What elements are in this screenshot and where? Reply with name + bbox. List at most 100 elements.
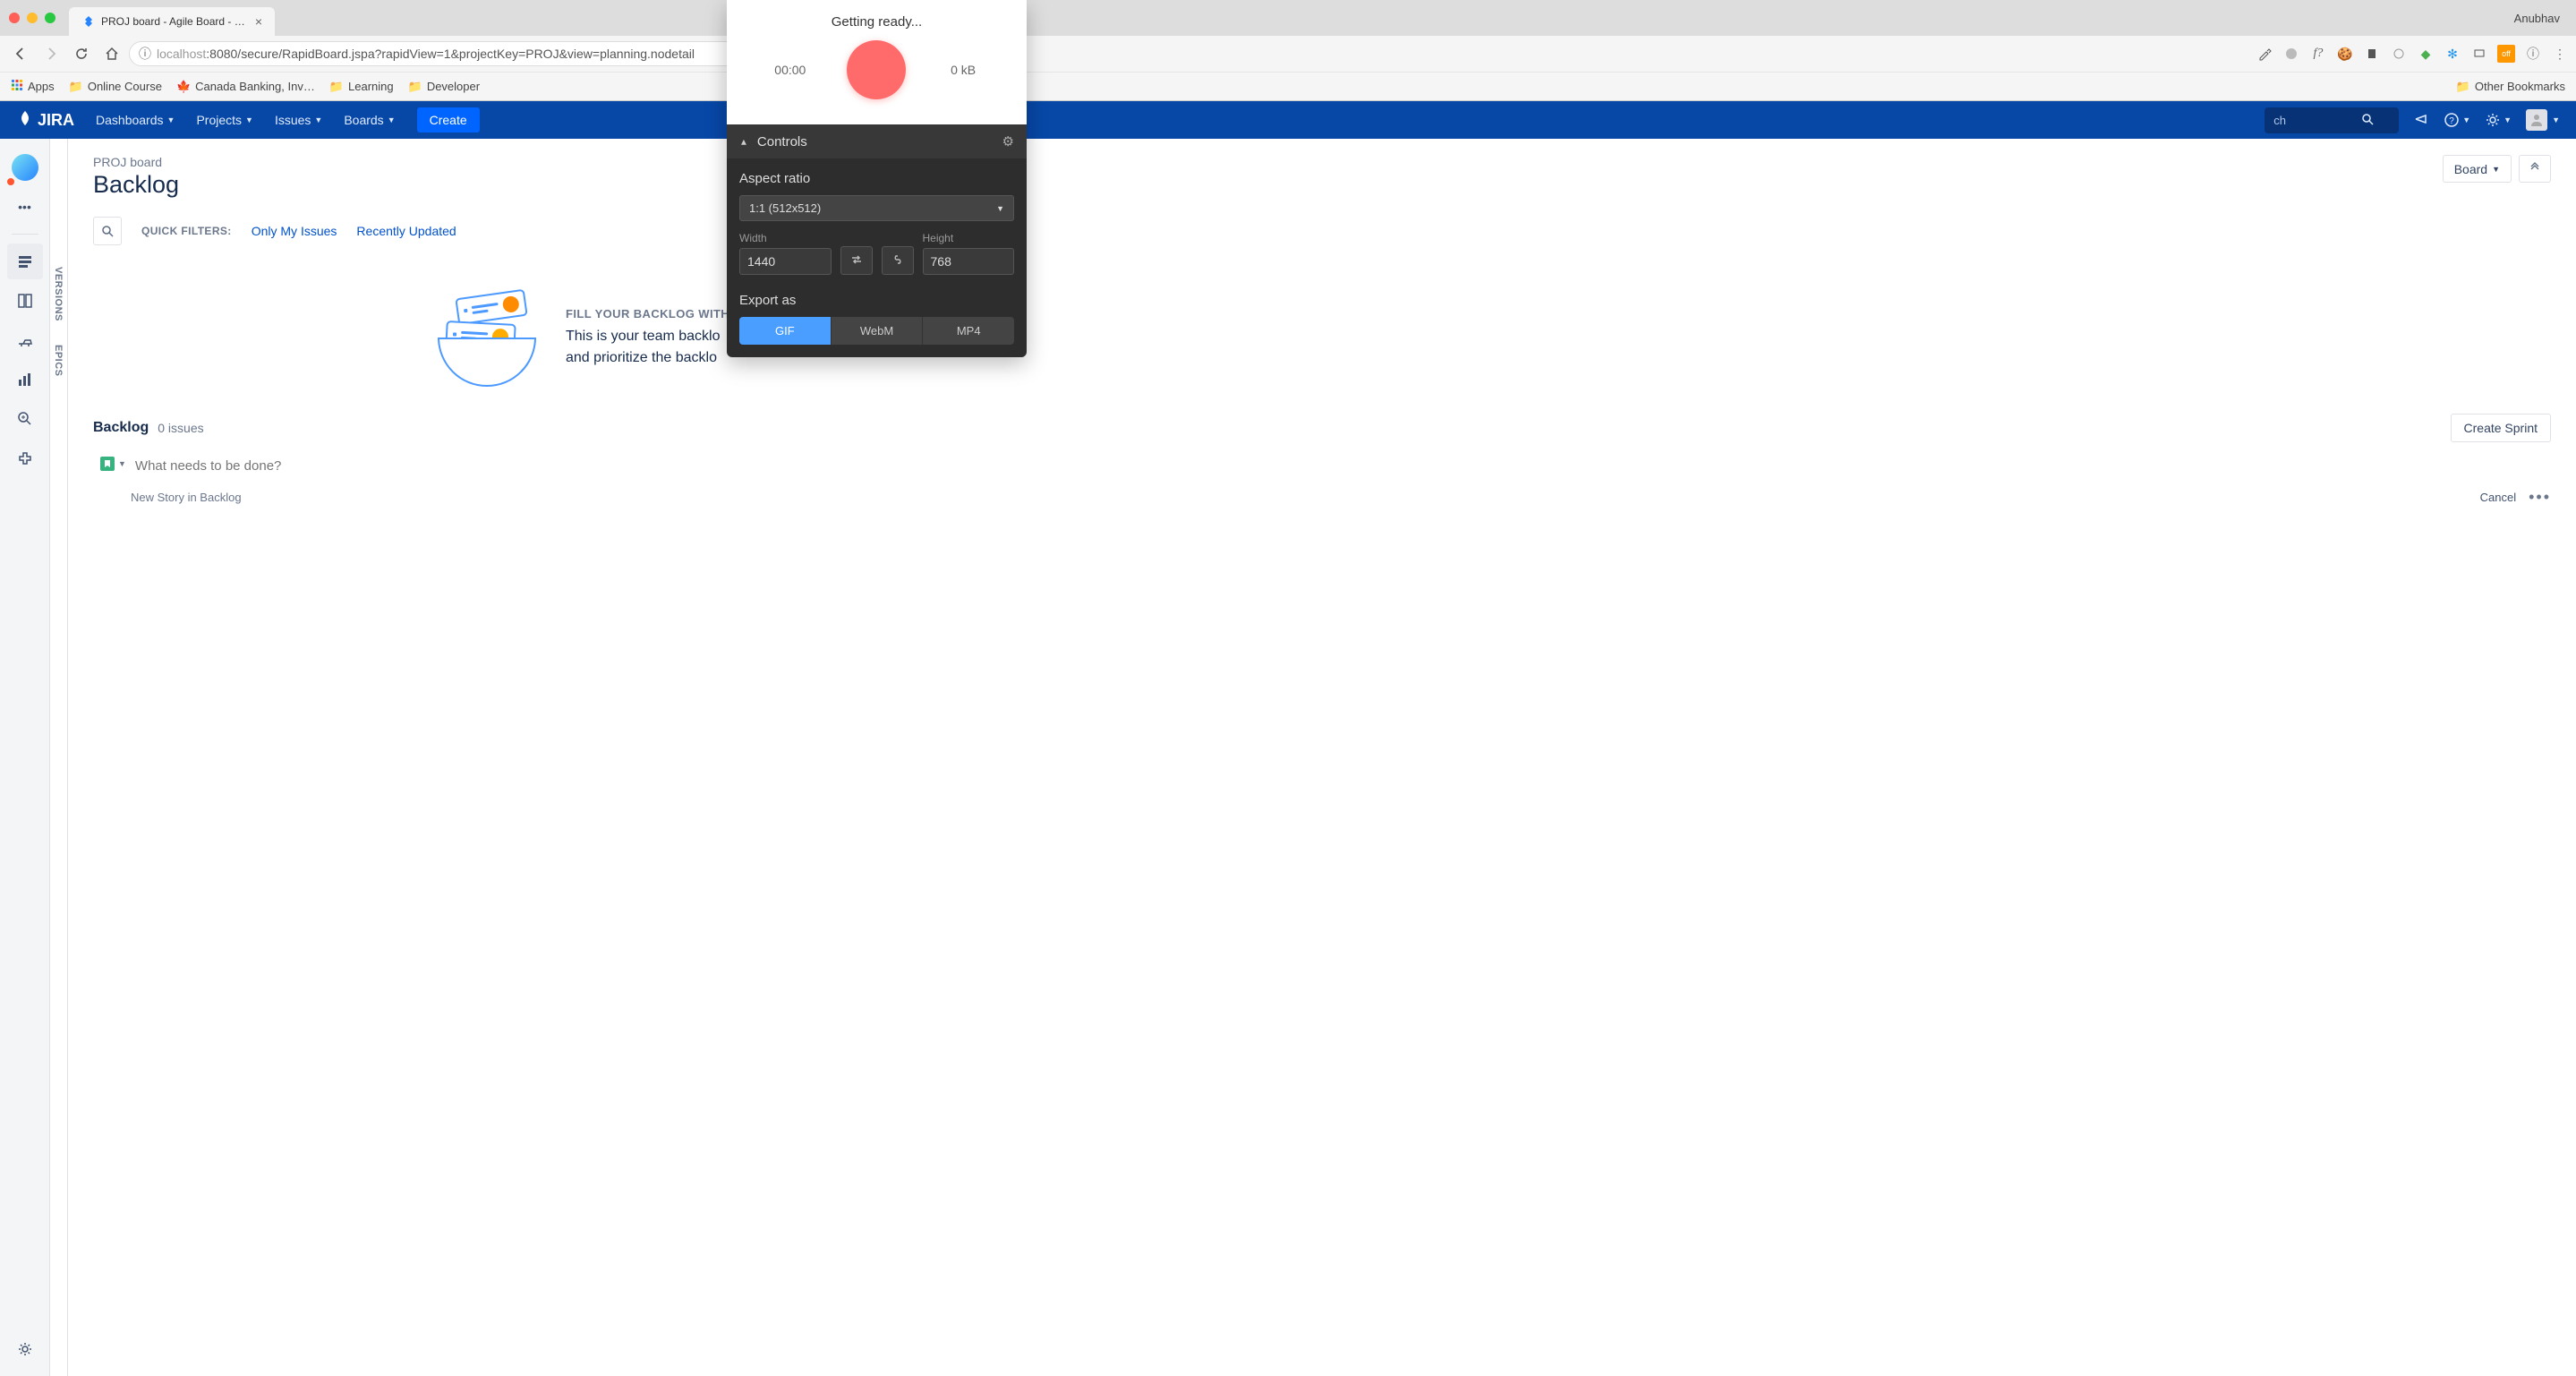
- sidebar-components[interactable]: [7, 440, 43, 476]
- recorder-settings-icon[interactable]: ⚙: [1002, 133, 1014, 150]
- issue-type-selector[interactable]: ▼: [100, 457, 126, 471]
- puzzle-ext-icon[interactable]: ◆: [2417, 45, 2435, 63]
- project-badge-icon: [5, 176, 16, 187]
- nav-issues[interactable]: Issues▼: [275, 113, 322, 127]
- window-close-button[interactable]: [9, 13, 20, 23]
- settings-icon[interactable]: ▼: [2485, 112, 2512, 128]
- recorder-status: Getting ready...: [741, 14, 1012, 30]
- width-input[interactable]: [739, 248, 832, 275]
- export-webm-button[interactable]: WebM: [832, 317, 924, 345]
- empty-state-body: This is your team backlo and prioritize …: [566, 326, 745, 369]
- window-minimize-button[interactable]: [27, 13, 38, 23]
- back-button[interactable]: [7, 40, 34, 67]
- create-button[interactable]: Create: [417, 107, 480, 132]
- apps-button[interactable]: Apps: [11, 79, 55, 94]
- url-host: localhost:8080/secure/RapidBoard.jspa?ra…: [157, 47, 695, 61]
- link-dimensions-button[interactable]: [882, 246, 914, 275]
- new-story-input[interactable]: [135, 457, 2551, 475]
- off-ext-icon[interactable]: off: [2497, 45, 2515, 63]
- bookmark-developer[interactable]: 📁Developer: [408, 80, 480, 94]
- cancel-link[interactable]: Cancel: [2480, 491, 2516, 504]
- caret-down-icon: ▼: [2492, 165, 2500, 174]
- site-info-icon[interactable]: ⓘ: [139, 45, 151, 63]
- bookmarks-bar: Apps 📁Online Course 🍁Canada Banking, Inv…: [0, 72, 2576, 100]
- sidebar-more-button[interactable]: •••: [7, 189, 43, 225]
- export-label: Export as: [739, 293, 1014, 308]
- jira-favicon-icon: [81, 14, 96, 29]
- circle-ext-icon[interactable]: [2390, 45, 2408, 63]
- export-gif-button[interactable]: GIF: [739, 317, 832, 345]
- record-button[interactable]: [847, 40, 906, 99]
- home-button[interactable]: [98, 40, 125, 67]
- board-switcher-button[interactable]: Board ▼: [2443, 155, 2512, 183]
- bookmark-online-course[interactable]: 📁Online Course: [69, 80, 162, 94]
- search-input[interactable]: [2273, 114, 2354, 127]
- project-avatar-button[interactable]: [7, 150, 43, 185]
- browser-tab[interactable]: PROJ board - Agile Board - JIR ×: [69, 7, 275, 36]
- tab-title: PROJ board - Agile Board - JIR: [101, 15, 250, 28]
- empty-state-heading: FILL YOUR BACKLOG WITH IS: [566, 307, 745, 320]
- create-sprint-button[interactable]: Create Sprint: [2451, 414, 2551, 442]
- feedback-icon[interactable]: [2413, 112, 2429, 128]
- recorder-time: 00:00: [763, 63, 817, 77]
- profile-name[interactable]: Anubhav: [2514, 12, 2567, 25]
- browser-menu-icon[interactable]: ⋮: [2551, 45, 2569, 63]
- caret-down-icon: ▼: [2503, 115, 2512, 124]
- sidebar-settings[interactable]: [7, 1331, 43, 1367]
- more-actions-button[interactable]: •••: [2529, 488, 2551, 507]
- caret-down-icon: ▼: [167, 115, 175, 124]
- filter-only-my-issues[interactable]: Only My Issues: [252, 224, 337, 238]
- eyedropper-icon[interactable]: [2256, 45, 2273, 63]
- cookie-icon[interactable]: 🍪: [2336, 45, 2354, 63]
- sidebar-issues-search[interactable]: [7, 401, 43, 437]
- sidebar-reports[interactable]: [7, 362, 43, 397]
- chevron-up-icon: [2529, 162, 2541, 176]
- help-icon[interactable]: ?▼: [2444, 112, 2470, 128]
- jira-logo[interactable]: JIRA: [16, 109, 74, 132]
- story-type-icon: [100, 457, 115, 471]
- other-bookmarks[interactable]: 📁Other Bookmarks: [2456, 80, 2565, 94]
- height-input[interactable]: [923, 248, 1015, 275]
- asterisk-ext-icon[interactable]: ✻: [2444, 45, 2461, 63]
- aspect-ratio-select[interactable]: 1:1 (512x512) ▼: [739, 195, 1014, 221]
- versions-panel-tab[interactable]: VERSIONS: [53, 267, 64, 321]
- sidebar-board[interactable]: [7, 283, 43, 319]
- evernote-icon[interactable]: [2363, 45, 2381, 63]
- collapsed-panels: VERSIONS EPICS: [50, 139, 68, 1376]
- search-box[interactable]: [2265, 107, 2399, 133]
- sidebar-backlog[interactable]: [7, 244, 43, 279]
- whatfont-icon[interactable]: f?: [2309, 45, 2327, 63]
- info-ext-icon[interactable]: ⓘ: [2524, 45, 2542, 63]
- bookmark-learning[interactable]: 📁Learning: [329, 80, 394, 94]
- swap-dimensions-button[interactable]: [840, 246, 873, 275]
- search-icon: [2361, 113, 2374, 128]
- export-mp4-button[interactable]: MP4: [923, 317, 1014, 345]
- caret-down-icon: ▼: [2462, 115, 2470, 124]
- svg-text:?: ?: [2449, 116, 2454, 126]
- monitor-ext-icon[interactable]: [2470, 45, 2488, 63]
- nav-dashboards[interactable]: Dashboards▼: [96, 113, 175, 127]
- quick-filter-search-button[interactable]: [93, 217, 122, 245]
- aspect-ratio-label: Aspect ratio: [739, 171, 1014, 186]
- new-story-subtitle: New Story in Backlog: [131, 491, 242, 504]
- bookmark-canada-banking[interactable]: 🍁Canada Banking, Inv…: [176, 80, 315, 94]
- window-maximize-button[interactable]: [45, 13, 55, 23]
- chat-icon[interactable]: [2282, 45, 2300, 63]
- caret-down-icon: ▼: [996, 204, 1004, 213]
- filter-recently-updated[interactable]: Recently Updated: [356, 224, 456, 238]
- nav-projects[interactable]: Projects▼: [196, 113, 253, 127]
- epics-panel-tab[interactable]: EPICS: [53, 345, 64, 377]
- collapse-button[interactable]: [2519, 155, 2551, 183]
- reload-button[interactable]: [68, 40, 95, 67]
- profile-menu[interactable]: ▼: [2526, 109, 2560, 131]
- folder-icon: 📁: [329, 80, 344, 94]
- backlog-section: Backlog 0 issues Create Sprint ▼ New Sto…: [93, 414, 2551, 507]
- forward-button[interactable]: [38, 40, 64, 67]
- controls-header[interactable]: ▼ Controls ⚙: [727, 124, 1027, 158]
- caret-down-icon: ▼: [314, 115, 322, 124]
- avatar-icon: [2526, 109, 2547, 131]
- sidebar-releases[interactable]: [7, 322, 43, 358]
- url-bar[interactable]: ⓘ localhost:8080/secure/RapidBoard.jspa?…: [129, 41, 827, 66]
- nav-boards[interactable]: Boards▼: [344, 113, 395, 127]
- tab-close-icon[interactable]: ×: [255, 14, 262, 29]
